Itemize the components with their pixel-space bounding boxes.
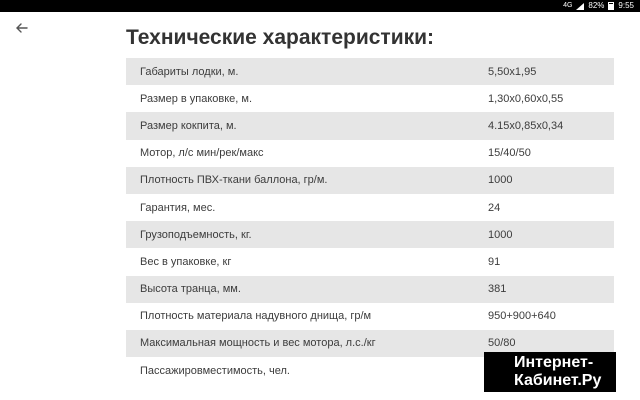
spec-row: Вес в упаковке, кг 91 — [126, 248, 614, 275]
spec-value: 91 — [488, 255, 501, 268]
spec-row: Гарантия, мес. 24 — [126, 194, 614, 221]
spec-row: Размер кокпита, м. 4.15x0,85x0,34 — [126, 112, 614, 140]
specs-table: Габариты лодки, м. 5,50x1,95 Размер в упак… — [126, 58, 614, 384]
spec-value: 5,50x1,95 — [488, 65, 537, 78]
signal-indicator: 4G — [563, 2, 573, 9]
spec-label: Грузоподъемность, кг. — [140, 228, 252, 241]
spec-label: Максимальная мощность и вес мотора, л.с.… — [140, 337, 376, 350]
spec-label: Плотность материала надувного днища, гр/… — [140, 310, 372, 323]
signal-bars-icon — [576, 2, 585, 10]
spec-row: Размер в упаковке, м. 1,30x0,60x0,55 — [126, 85, 614, 112]
spec-label: Размер кокпита, м. — [140, 119, 237, 132]
page-title: Технические характеристики: — [126, 26, 435, 49]
spec-row: Плотность ПВХ-ткани баллона, гр/м. 1000 — [126, 166, 614, 194]
spec-value: 381 — [488, 283, 507, 296]
watermark-line-2: Кабинет.Ру — [514, 372, 602, 389]
spec-row: Плотность материала надувного днища, гр/… — [126, 303, 614, 330]
spec-label: Высота транца, мм. — [140, 283, 241, 296]
spec-label: Габариты лодки, м. — [140, 65, 239, 78]
spec-row: Габариты лодки, м. 5,50x1,95 — [126, 58, 614, 86]
spec-value: 1,30x0,60x0,55 — [488, 92, 564, 105]
spec-value: 24 — [488, 201, 501, 214]
spec-value: 4.15x0,85x0,34 — [488, 119, 564, 132]
spec-value: 950+900+640 — [488, 310, 556, 323]
spec-label: Размер в упаковке, м. — [140, 92, 253, 105]
back-button[interactable] — [8, 18, 36, 38]
clock: 9:55 — [618, 1, 634, 10]
spec-label: Вес в упаковке, кг — [140, 255, 232, 268]
spec-value: 1000 — [488, 174, 513, 187]
arrow-left-icon — [16, 23, 28, 33]
spec-row: Мотор, л/с мин/рек/макс 15/40/50 — [126, 140, 614, 167]
battery-percent: 82% — [588, 1, 605, 10]
status-bar: 4G 82% 9:55 — [0, 0, 640, 12]
status-icons: 4G 82% 9:55 — [563, 1, 634, 11]
spec-value: 15/40/50 — [488, 147, 531, 160]
battery-icon — [608, 2, 615, 10]
watermark-line-1: Интернет- — [514, 354, 594, 371]
watermark-logo: Интернет- Кабинет.Ру — [484, 352, 616, 392]
spec-value: 1000 — [488, 228, 513, 241]
spec-label: Мотор, л/с мин/рек/макс — [140, 147, 264, 160]
spec-row: Грузоподъемность, кг. 1000 — [126, 221, 614, 249]
spec-label: Гарантия, мес. — [140, 201, 216, 214]
spec-label: Пассажировместимость, чел. — [140, 364, 290, 377]
spec-label: Плотность ПВХ-ткани баллона, гр/м. — [140, 174, 328, 187]
spec-value: 50/80 — [488, 337, 516, 350]
spec-row: Высота транца, мм. 381 — [126, 275, 614, 303]
